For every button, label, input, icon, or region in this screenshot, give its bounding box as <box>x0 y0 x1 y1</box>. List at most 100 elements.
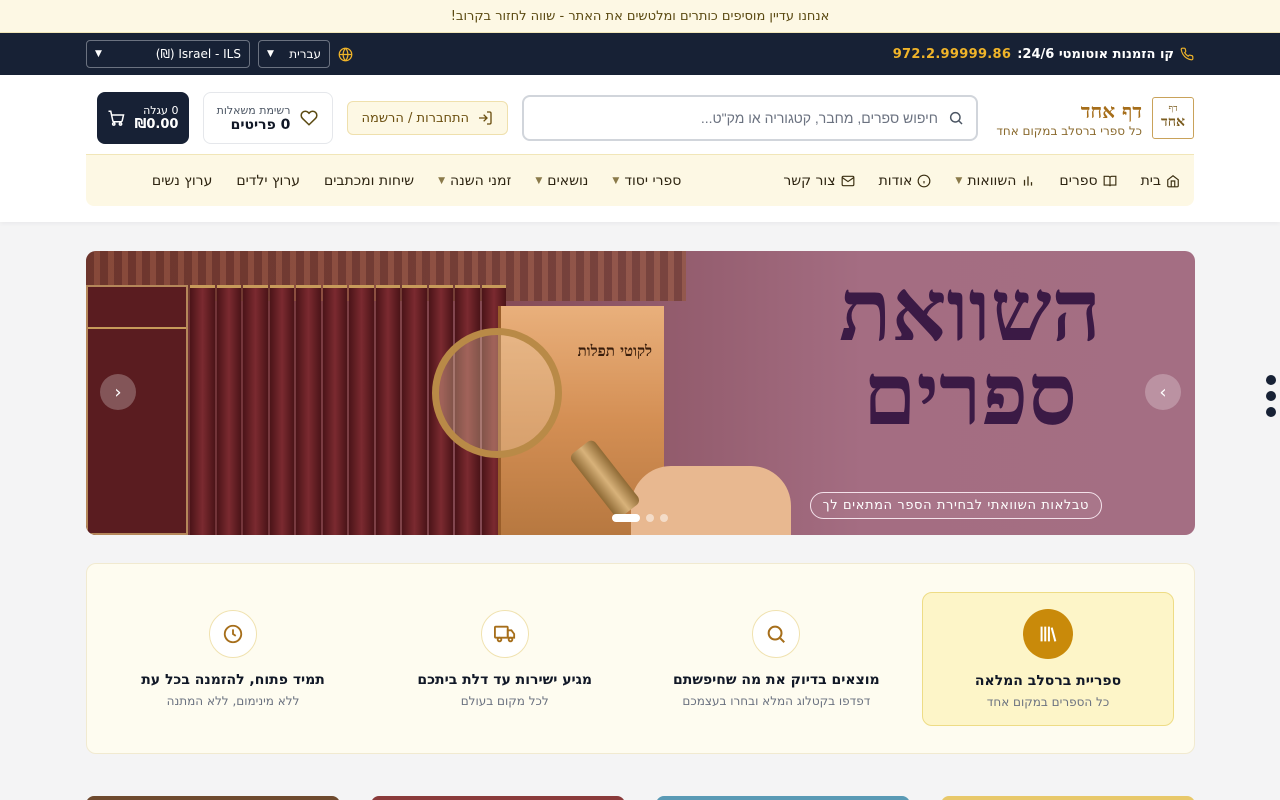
nav-item-seasons[interactable]: זמני השנה ▼ <box>438 173 511 189</box>
chevron-down-icon: ▼ <box>612 175 620 186</box>
nav-kids-label: ערוץ ילדים <box>236 172 300 189</box>
more-dot <box>1266 375 1276 385</box>
search-input[interactable] <box>536 110 938 126</box>
nav-core-books-label: ספרי יסוד <box>624 172 682 189</box>
search-box[interactable] <box>522 95 978 141</box>
currency-value: Israel - ILS (₪) <box>155 47 241 61</box>
nav-item-topics[interactable]: נושאים ▼ <box>535 173 588 189</box>
slider-dots <box>612 514 668 522</box>
announcement-text: אנחנו עדיין מוסיפים כותרים ומלטשים את הא… <box>450 8 830 24</box>
globe-icon <box>338 47 353 62</box>
feature-title: מוצאים בדיוק את מה שחיפשתם <box>673 671 880 688</box>
feature-library: ספריית ברסלב המלאה כל הספרים במקום אחד <box>922 591 1174 726</box>
info-icon <box>917 174 931 188</box>
top-bar: קו הזמנות אוטומטי 24/6: 972.2.99999.86 ע… <box>0 33 1280 75</box>
feature-subtitle: לכל מקום בעולם <box>460 693 549 708</box>
nav-item-comparisons[interactable]: השוואות ▼ <box>955 173 1035 189</box>
hand-illustration <box>631 466 791 535</box>
nav-women-label: ערוץ נשים <box>151 172 213 189</box>
nav-item-about[interactable]: אודות <box>879 173 932 189</box>
nav-item-home[interactable]: בית <box>1141 173 1180 189</box>
nav-topics-label: נושאים <box>547 172 589 189</box>
nav-item-books[interactable]: ספרים <box>1059 173 1116 189</box>
wishlist-button[interactable]: רשימת משאלות 0 פריטים <box>202 92 333 144</box>
logo-tagline: כל ספרי ברסלב במקום אחד <box>996 123 1142 138</box>
login-label: התחברות / הרשמה <box>361 110 469 126</box>
bar-chart-icon <box>1021 174 1035 188</box>
nav-item-talks[interactable]: שיחות ומכתבים <box>324 173 414 189</box>
category-card[interactable] <box>941 796 1195 800</box>
nav-seasons-label: זמני השנה <box>450 172 512 189</box>
hotline-label: קו הזמנות אוטומטי 24/6: <box>1017 46 1174 62</box>
chevron-down-icon: ▼ <box>438 175 446 186</box>
wishlist-count: 0 פריטים <box>230 116 291 133</box>
chevron-down-icon: ▼ <box>955 175 963 186</box>
chevron-down-icon: ▼ <box>95 49 102 59</box>
announcement-bar: אנחנו עדיין מוסיפים כותרים ומלטשים את הא… <box>0 0 1280 33</box>
nav-comparisons-label: השוואות <box>967 172 1017 189</box>
nav-item-contact[interactable]: צור קשר <box>783 173 854 189</box>
category-card[interactable] <box>656 796 910 800</box>
logo-mark: דף אחד <box>1152 97 1194 139</box>
nav-talks-label: שיחות ומכתבים <box>323 172 415 189</box>
hero-cta-pill[interactable]: טבלאות השוואתי לבחירת הספר המתאים לך <box>809 492 1102 519</box>
nav-books-label: ספרים <box>1059 172 1098 189</box>
chevron-down-icon: ▼ <box>535 175 543 186</box>
login-register-button[interactable]: התחברות / הרשמה <box>346 101 508 135</box>
slider-prev-button[interactable]: ‹ <box>100 374 136 410</box>
category-card[interactable] <box>86 796 340 800</box>
hero-title: השוואת ספרים <box>838 260 1101 446</box>
book-open-icon <box>1103 174 1117 188</box>
truck-icon <box>480 609 529 658</box>
slider-dot[interactable] <box>660 514 668 522</box>
hotline[interactable]: קו הזמנות אוטומטי 24/6: 972.2.99999.86 <box>893 47 1194 62</box>
feature-title: ספריית ברסלב המלאה <box>974 672 1122 689</box>
feature-always-open: תמיד פתוח, להזמנה בכל עת ללא מינימום, לל… <box>107 592 359 726</box>
hero-slider[interactable]: לקוטי תפלות השוואת ספרים טבלאות השוואתי … <box>86 251 1195 535</box>
chevron-right-icon: › <box>1159 381 1167 403</box>
cart-icon <box>107 109 125 127</box>
nav-contact-label: צור קשר <box>783 172 836 189</box>
wishlist-label: רשימת משאלות <box>216 103 291 117</box>
home-icon <box>1166 174 1180 188</box>
feature-delivery: מגיע ישירות עד דלת ביתכם לכל מקום בעולם <box>379 592 631 726</box>
nav-item-kids[interactable]: ערוץ ילדים <box>236 173 300 189</box>
slider-dot-active[interactable] <box>612 514 640 522</box>
feature-title: תמיד פתוח, להזמנה בכל עת <box>141 671 325 688</box>
category-cards-peek <box>86 796 1195 800</box>
side-more-menu[interactable] <box>1266 375 1276 417</box>
cart-label: 0 עגלה <box>143 104 179 117</box>
more-dot <box>1266 391 1276 401</box>
library-icon <box>1023 608 1073 659</box>
more-dot <box>1266 407 1276 417</box>
slider-next-button[interactable]: › <box>1145 374 1181 410</box>
site-header: דף אחד דף אחד כל ספרי ברסלב במקום אחד הת… <box>0 75 1280 222</box>
clock-icon <box>209 609 258 658</box>
nav-home-label: בית <box>1140 172 1161 189</box>
nav-item-core-books[interactable]: ספרי יסוד ▼ <box>612 173 681 189</box>
login-icon <box>477 110 493 126</box>
logo-name: דף אחד <box>1080 98 1142 123</box>
mail-icon <box>841 174 855 188</box>
nav-item-women[interactable]: ערוץ נשים <box>152 173 212 189</box>
feature-subtitle: דפדפו בקטלוג המלא ובחרו בעצמכם <box>682 693 871 708</box>
feature-subtitle: כל הספרים במקום אחד <box>986 694 1110 709</box>
nav-about-label: אודות <box>878 172 913 189</box>
feature-search: מוצאים בדיוק את מה שחיפשתם דפדפו בקטלוג … <box>650 592 902 726</box>
search-icon[interactable] <box>948 110 964 126</box>
slider-dot[interactable] <box>646 514 654 522</box>
phone-icon <box>1180 47 1194 61</box>
hero-title-line1: השוואת <box>838 260 1101 361</box>
language-select[interactable]: עברית ▼ <box>258 40 330 68</box>
currency-select[interactable]: Israel - ILS (₪) ▼ <box>86 40 250 68</box>
language-value: עברית <box>289 47 321 61</box>
feature-title: מגיע ישירות עד דלת ביתכם <box>417 671 593 688</box>
site-logo[interactable]: דף אחד דף אחד כל ספרי ברסלב במקום אחד <box>992 97 1194 139</box>
heart-icon <box>300 109 318 127</box>
hero-title-line2: ספרים <box>862 344 1078 446</box>
chevron-left-icon: ‹ <box>114 381 122 403</box>
category-card[interactable] <box>371 796 625 800</box>
main-nav: בית ספרים השוואות ▼ אודות צור קשר ספרי י… <box>86 154 1194 206</box>
hotline-number[interactable]: 972.2.99999.86 <box>893 47 1012 62</box>
cart-button[interactable]: 0 עגלה ₪0.00 <box>96 92 189 144</box>
